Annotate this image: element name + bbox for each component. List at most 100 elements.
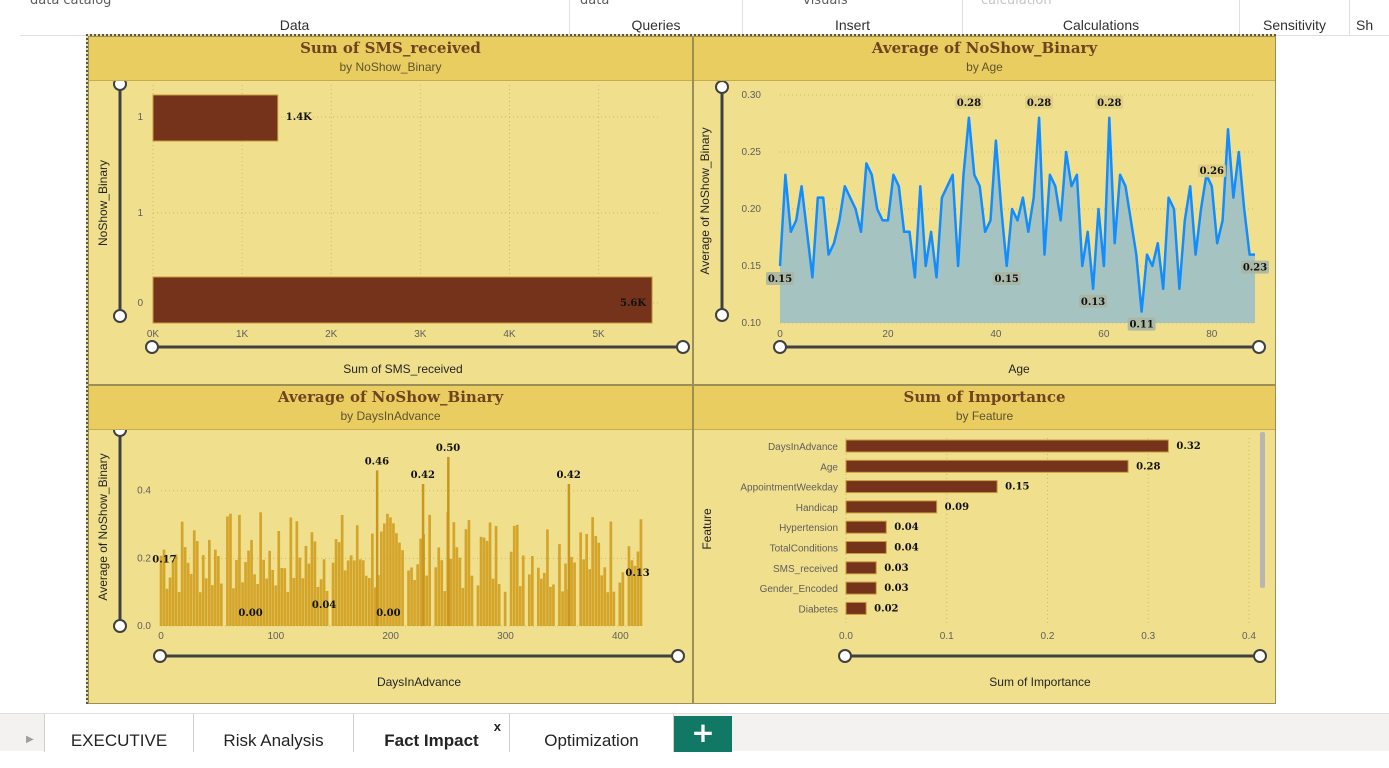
column-bar: [217, 556, 220, 626]
zoom-slider-handle: [113, 430, 127, 437]
column-bar: [322, 559, 326, 626]
bar: [845, 459, 1129, 473]
column-bar: [177, 592, 181, 626]
visual-title: Average of NoShow_Binary: [871, 39, 1098, 57]
y-tick-label: 0.20: [742, 204, 762, 215]
tab-optimization[interactable]: Optimization: [510, 714, 674, 752]
column-bar: [159, 555, 163, 626]
tab-risk-analysis[interactable]: Risk Analysis: [194, 714, 354, 752]
column-bar: [518, 586, 522, 626]
x-tick-label: 100: [267, 631, 284, 642]
column-bar: [331, 562, 335, 626]
y-tick-label: TotalConditions: [770, 544, 838, 555]
tab-label: Fact Impact: [384, 731, 479, 750]
y-tick-label: 0.15: [742, 261, 762, 272]
tab-scroll-left-icon[interactable]: ▶: [26, 734, 34, 745]
bar: [845, 480, 998, 494]
visual-subtitle: by Feature: [955, 409, 1014, 423]
column-bar: [346, 560, 350, 626]
y-tick-label: 0: [137, 298, 143, 309]
add-page-button[interactable]: +: [674, 716, 732, 752]
column-bar: [171, 560, 175, 626]
ribbon-group-insert[interactable]: visuals Insert: [743, 0, 963, 36]
feature-importance-bar-chart[interactable]: Sum of Importance by Feature 0.0 0.1 0.2 0.…: [693, 385, 1276, 704]
column-bar: [192, 530, 196, 626]
column-bar: [189, 573, 193, 626]
y-tick-label: 0.10: [742, 318, 762, 329]
column-bar: [612, 591, 616, 626]
column-bar: [407, 570, 410, 626]
column-bar: [434, 567, 438, 626]
x-tick-label: 200: [382, 631, 399, 642]
column-bar: [491, 578, 495, 626]
importance-chart-svg: 0.0 0.1 0.2 0.3 0.4 DaysInAdvance 0.32 Age 0.28 A…: [700, 432, 1267, 689]
ribbon-group-calculations[interactable]: calculation Calculations: [963, 0, 1240, 36]
days-in-advance-column-chart[interactable]: Average of NoShow_Binary by DaysInAdvanc…: [88, 385, 693, 704]
column-bar: [591, 517, 594, 626]
column-bar: [558, 544, 561, 626]
y-tick-label: Hypertension: [779, 523, 838, 534]
column-bar: [470, 575, 474, 626]
y-axis-title: Average of NoShow_Binary: [698, 127, 712, 274]
y-tick-label: Age: [820, 462, 838, 473]
data-label: 0.00: [376, 608, 400, 619]
x-axis-title: Sum of SMS_received: [343, 362, 462, 376]
sms-received-bar-chart[interactable]: Sum of SMS_received by NoShow_Binary 0K 1…: [88, 36, 693, 385]
column-bar: [375, 470, 379, 626]
column-bar: [232, 588, 235, 626]
data-label: 0.04: [894, 543, 918, 554]
column-bar: [594, 535, 598, 626]
column-bar: [494, 525, 498, 626]
column-bar: [229, 513, 232, 626]
x-tick-label: 0.2: [1041, 631, 1055, 642]
column-bar: [579, 532, 582, 626]
x-axis-title: Age: [1008, 362, 1030, 376]
column-bar: [277, 531, 281, 626]
data-label: 0.26: [1200, 166, 1224, 177]
column-bar: [268, 550, 271, 626]
column-bar: [485, 540, 489, 626]
column-bar: [537, 567, 540, 626]
column-bar: [585, 534, 588, 626]
column-bar: [304, 545, 308, 626]
days-chart-svg: 0.0 0.2 0.4 0 100 200 300 400 0.17 0.00 0.04 0.46 0.…: [96, 430, 685, 689]
column-bar: [528, 574, 531, 626]
tab-close-icon[interactable]: x: [494, 700, 501, 754]
column-bar: [355, 525, 359, 626]
column-bar: [226, 516, 229, 626]
ribbon-group-share[interactable]: Sh: [1350, 0, 1389, 36]
ribbon-group-queries[interactable]: data Queries: [570, 0, 743, 36]
column-bar: [364, 575, 368, 626]
ribbon-group-data[interactable]: data catalog Data: [20, 0, 570, 36]
y-tick-label: Diabetes: [799, 604, 838, 615]
age-line-chart[interactable]: Average of NoShow_Binary by Age 0.10 0.15…: [693, 36, 1276, 385]
tab-fact-impact[interactable]: Fact Impact x: [354, 714, 510, 752]
ribbon-group-sensitivity[interactable]: Sensitivity: [1240, 0, 1350, 36]
x-tick-label: 4K: [503, 329, 516, 340]
x-tick-label: 300: [497, 631, 514, 642]
column-bar: [479, 536, 483, 626]
column-bar: [552, 584, 555, 626]
data-label: 0.28: [1097, 98, 1121, 109]
bar: [845, 439, 1169, 453]
zoom-slider-handle: [773, 340, 787, 354]
column-bar: [198, 592, 202, 626]
column-bar: [265, 578, 268, 626]
tab-executive[interactable]: EXECUTIVE: [44, 714, 194, 752]
column-bar: [358, 559, 362, 626]
x-tick-label: 2K: [325, 329, 338, 340]
column-bar: [337, 542, 341, 626]
column-bar: [515, 524, 519, 626]
visual-subtitle: by DaysInAdvance: [340, 409, 441, 423]
visual-header: Average of NoShow_Binary by DaysInAdvanc…: [89, 386, 692, 430]
data-label: 0.09: [945, 502, 969, 513]
bar: [845, 520, 887, 534]
column-bar: [289, 517, 293, 626]
x-tick-label: 0.3: [1141, 631, 1155, 642]
x-axis-title: Sum of Importance: [989, 675, 1091, 689]
column-bar: [334, 539, 338, 626]
x-tick-label: 5K: [592, 329, 605, 340]
data-label: 0.04: [312, 600, 336, 611]
column-bar: [241, 582, 244, 626]
data-label: 0.03: [884, 563, 908, 574]
